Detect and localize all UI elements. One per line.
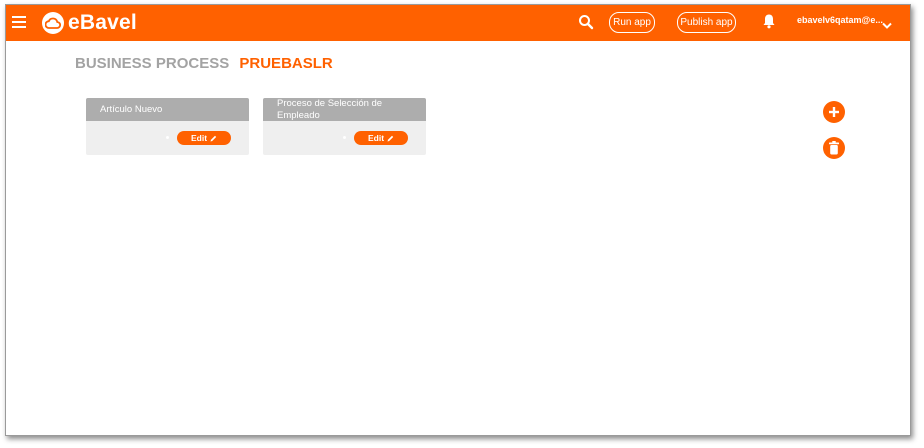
top-bar: eBavel Run app Publish app ebavelv6qatam…: [6, 5, 910, 41]
card-body: Edit: [263, 121, 426, 155]
cloud-logo-icon: [42, 12, 64, 34]
chevron-down-icon[interactable]: [882, 17, 892, 29]
menu-icon[interactable]: [12, 16, 26, 28]
trash-icon[interactable]: [823, 137, 845, 159]
card-dot: [343, 136, 346, 139]
user-account[interactable]: ebavelv6qatam@e...: [797, 15, 883, 25]
card-dot: [166, 136, 169, 139]
edit-button[interactable]: Edit: [177, 131, 231, 145]
edit-label: Edit: [367, 133, 385, 143]
process-card[interactable]: Artículo Nuevo Edit: [86, 98, 249, 155]
card-title: Artículo Nuevo: [86, 98, 249, 121]
process-card[interactable]: Proceso de Selección de Empleado Edit: [263, 98, 426, 155]
pencil-icon: [387, 135, 394, 141]
card-body: Edit: [86, 121, 249, 155]
pencil-icon: [210, 135, 217, 141]
search-icon[interactable]: [578, 14, 594, 30]
breadcrumb: BUSINESS PROCESS PRUEBASLR: [75, 55, 333, 72]
app-logo[interactable]: eBavel: [42, 11, 137, 35]
breadcrumb-section[interactable]: BUSINESS PROCESS: [75, 55, 229, 72]
app-window: eBavel Run app Publish app ebavelv6qatam…: [5, 4, 911, 436]
breadcrumb-app: PRUEBASLR: [239, 55, 333, 72]
bell-icon[interactable]: [762, 13, 776, 29]
edit-button[interactable]: Edit: [354, 131, 408, 145]
edit-label: Edit: [190, 133, 208, 143]
publish-app-button[interactable]: Publish app: [677, 12, 736, 33]
run-app-button[interactable]: Run app: [609, 12, 655, 33]
brand-name: eBavel: [68, 11, 137, 34]
card-title: Proceso de Selección de Empleado: [263, 98, 426, 121]
add-circle-icon[interactable]: [823, 101, 845, 123]
